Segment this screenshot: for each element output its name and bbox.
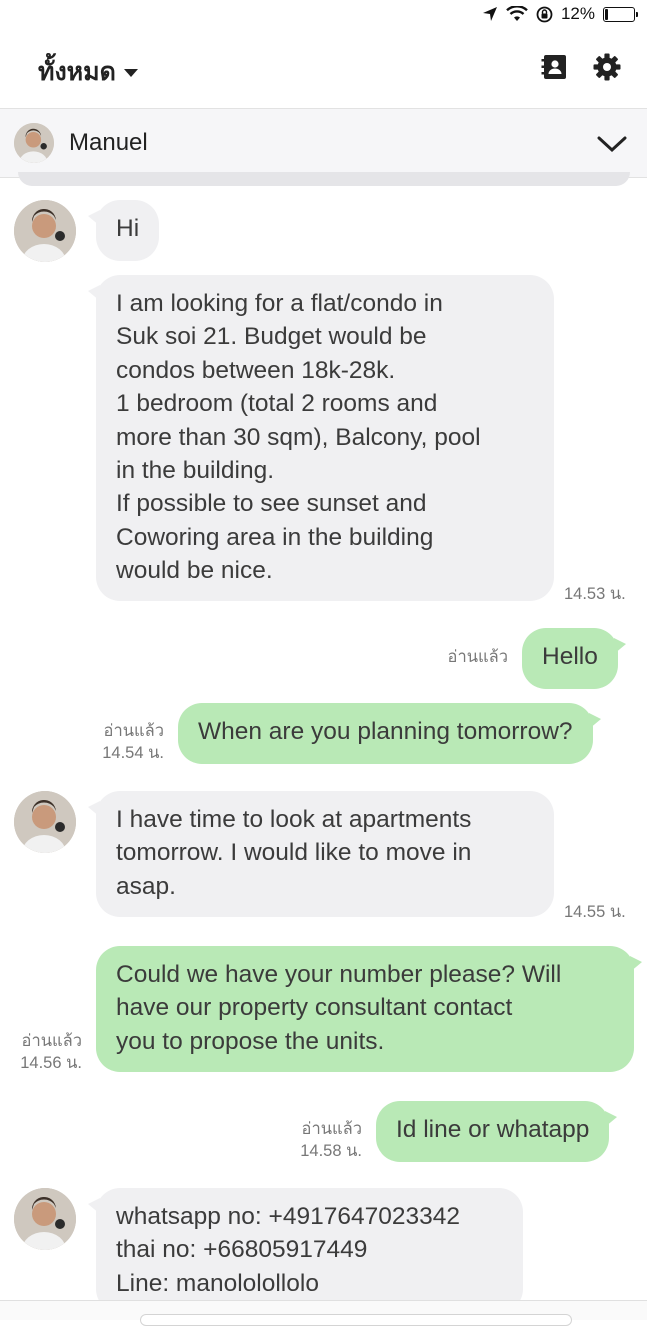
outgoing-message[interactable]: Id line or whatapp	[376, 1101, 618, 1162]
previous-message-edge	[18, 172, 630, 186]
sender-avatar	[14, 791, 76, 853]
contact-bar[interactable]: Manuel	[0, 108, 647, 178]
message-time: 14.58 น.	[300, 1142, 362, 1160]
caret-down-icon	[123, 69, 138, 77]
contact-avatar	[14, 123, 54, 163]
incoming-message[interactable]: I have time to look at apartments tomorr…	[88, 791, 554, 917]
battery-icon	[603, 6, 638, 22]
contacts-book-icon[interactable]	[540, 52, 570, 82]
chat-filter-label: ทั้งหมด	[38, 58, 116, 86]
wifi-icon	[506, 6, 528, 21]
message-time: 14.54 น.	[102, 744, 164, 762]
outgoing-message[interactable]: When are you planning tomorrow?	[178, 703, 601, 764]
orientation-lock-icon	[536, 6, 553, 22]
outgoing-message[interactable]: Could we have your number please? Will h…	[96, 946, 642, 1072]
sender-avatar	[14, 1188, 76, 1250]
message-meta: อ่านแล้ว 14.56 น.	[4, 1030, 82, 1074]
message-time: 14.53 น.	[564, 585, 626, 603]
read-receipt: อ่านแล้ว	[301, 1120, 362, 1138]
location-arrow-icon	[482, 7, 497, 21]
gear-icon[interactable]	[592, 52, 622, 82]
incoming-message[interactable]: Hi	[87, 200, 160, 261]
contact-name: Manuel	[69, 129, 148, 156]
outgoing-message[interactable]: Hello	[522, 628, 626, 689]
battery-percent: 12%	[560, 4, 595, 23]
read-receipt: อ่านแล้ว	[21, 1032, 82, 1050]
message-meta: อ่านแล้ว 14.58 น.	[284, 1118, 362, 1162]
chat-filter-dropdown[interactable]: ทั้งหมด	[38, 52, 138, 92]
chevron-down-icon[interactable]	[597, 129, 627, 159]
message-time: 14.55 น.	[564, 903, 626, 921]
incoming-message[interactable]: I am looking for a flat/condo in Suk soi…	[88, 275, 554, 601]
incoming-message[interactable]: whatsapp no: +4917647023342 thai no: +66…	[88, 1188, 523, 1313]
read-receipt: อ่านแล้ว	[103, 722, 164, 740]
message-input[interactable]	[140, 1314, 572, 1326]
message-meta: อ่านแล้ว 14.54 น.	[86, 720, 164, 764]
status-bar: 12%	[0, 0, 647, 32]
message-time: 14.56 น.	[20, 1054, 82, 1072]
read-receipt: อ่านแล้ว	[447, 648, 508, 666]
chat-header: ทั้งหมด	[0, 32, 647, 108]
sender-avatar	[14, 200, 76, 262]
